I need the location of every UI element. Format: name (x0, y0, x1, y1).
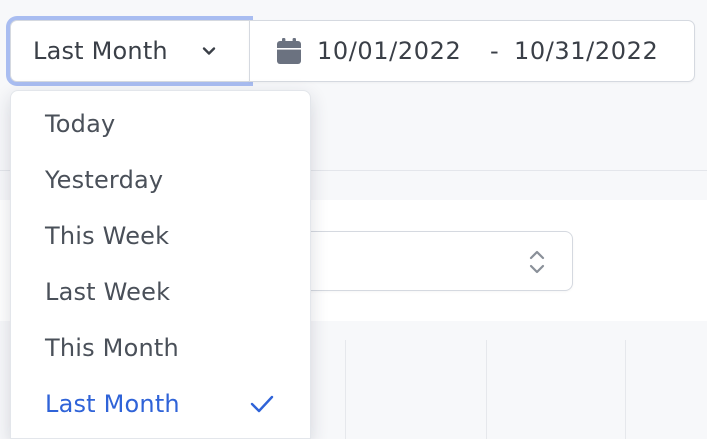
menu-item-label: Last Week (45, 278, 171, 306)
chevron-up-down-icon (529, 250, 545, 274)
calendar-icon (277, 38, 301, 64)
menu-item-label: Last Month (45, 390, 180, 418)
menu-item-label: Today (45, 110, 116, 138)
check-icon (250, 395, 274, 413)
menu-item-this-month[interactable]: This Month (11, 323, 310, 379)
chart-gridline (345, 340, 346, 439)
menu-item-yesterday[interactable]: Yesterday (11, 155, 310, 211)
menu-item-label: This Month (45, 334, 179, 362)
menu-item-label: This Week (45, 222, 170, 250)
date-preset-button[interactable]: Last Month (10, 20, 249, 82)
chart-gridline (625, 340, 626, 439)
menu-item-label: Yesterday (45, 166, 164, 194)
menu-item-today[interactable]: Today (11, 99, 310, 155)
range-end-date: 10/31/2022 (514, 37, 659, 65)
menu-item-last-month[interactable]: Last Month (11, 379, 310, 435)
menu-item-last-week[interactable]: Last Week (11, 267, 310, 323)
date-range-field[interactable]: 10/01/2022 - 10/31/2022 (249, 20, 695, 82)
date-range-control: Last Month 10/01/2022 - 10/31/2022 (10, 20, 695, 82)
chart-gridline (486, 340, 487, 439)
menu-item-this-week[interactable]: This Week (11, 211, 310, 267)
date-preset-label: Last Month (33, 37, 168, 65)
range-start-date: 10/01/2022 (317, 37, 462, 65)
range-separator: - (490, 37, 499, 65)
chevron-down-icon (202, 47, 216, 55)
page: Last Month 10/01/2022 - 10/31/2022 Today… (0, 0, 707, 439)
date-preset-menu: Today Yesterday This Week Last Week This… (10, 90, 311, 439)
